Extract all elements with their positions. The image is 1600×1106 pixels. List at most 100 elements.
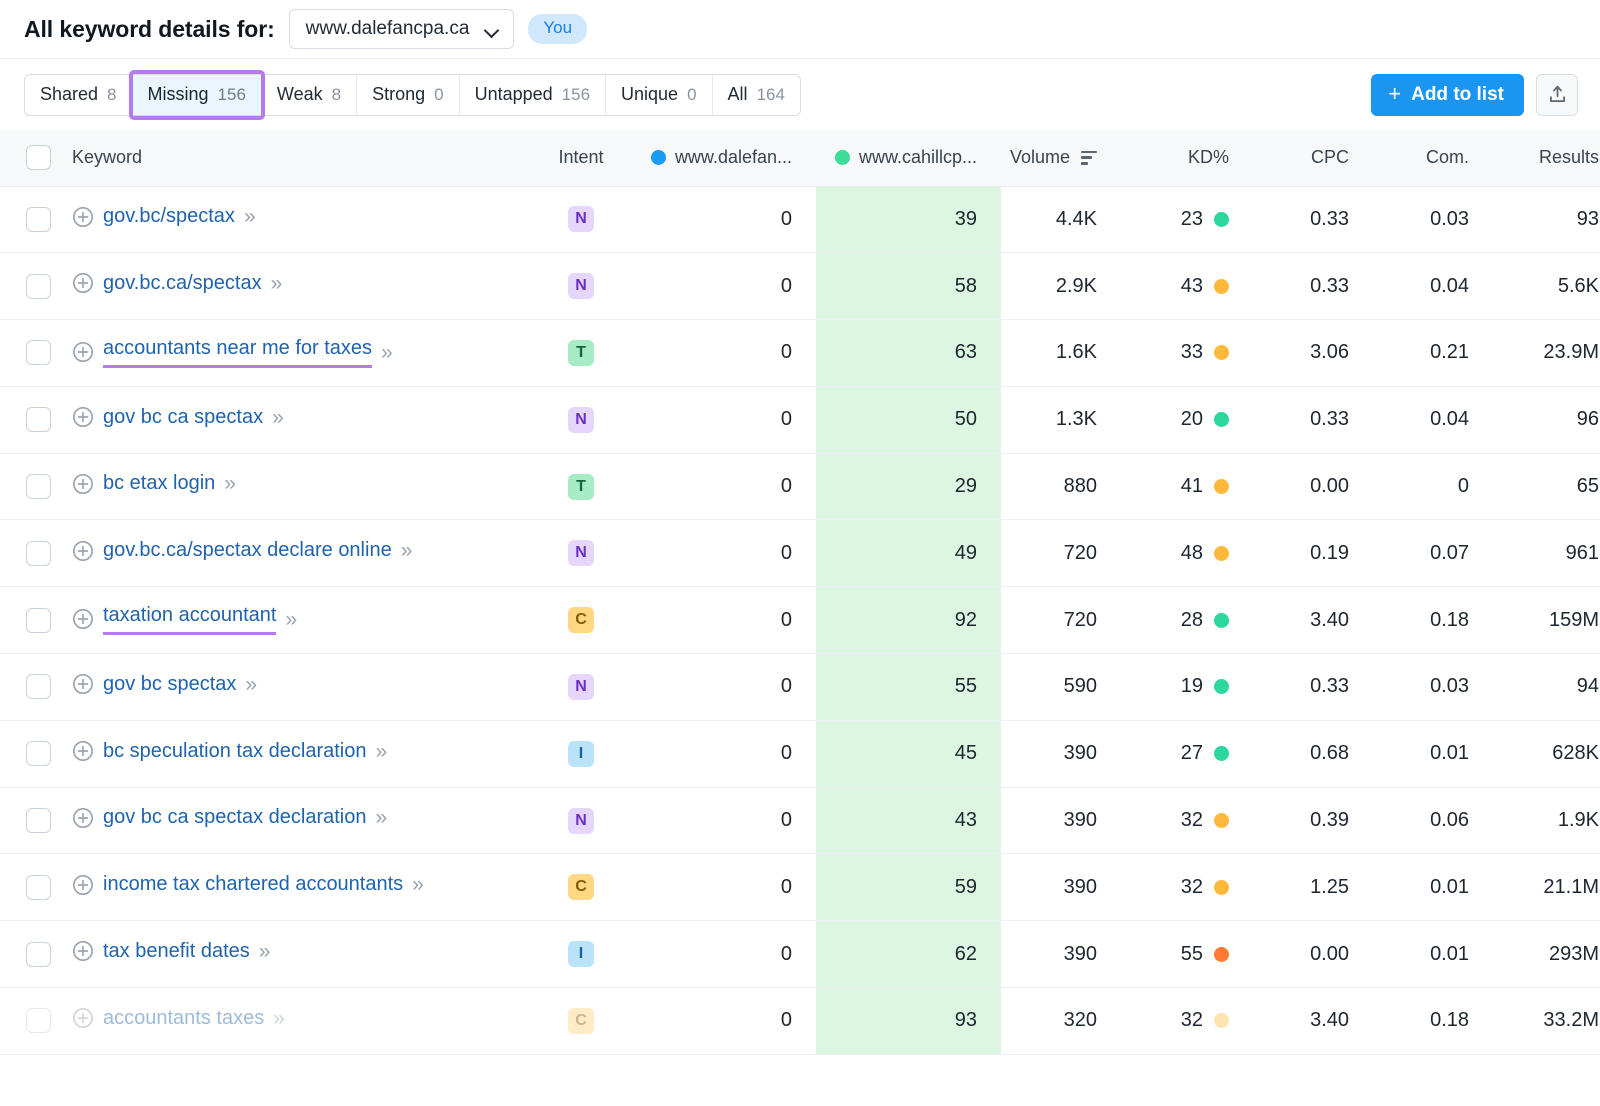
header-cpc[interactable]: CPC	[1251, 130, 1371, 186]
keyword-expand-icon[interactable]: »	[401, 540, 411, 561]
intent-badge[interactable]: T	[568, 474, 594, 500]
tab-weak[interactable]: Weak 8	[262, 75, 357, 115]
keyword-expand-icon[interactable]: »	[273, 1008, 283, 1029]
domain-selector[interactable]: www.dalefancpa.ca	[289, 9, 515, 49]
row-checkbox[interactable]	[26, 207, 51, 232]
row-checkbox[interactable]	[26, 741, 51, 766]
table-row[interactable]: taxation accountant»C092720283.400.18159…	[0, 587, 1600, 654]
intent-badge[interactable]: N	[568, 273, 594, 299]
tab-shared[interactable]: Shared 8	[25, 75, 133, 115]
tab-weak-count: 8	[332, 85, 341, 105]
intent-badge[interactable]: N	[568, 808, 594, 834]
keyword-link[interactable]: gov.bc/spectax	[103, 205, 235, 228]
add-keyword-icon[interactable]	[72, 807, 94, 829]
add-keyword-icon[interactable]	[72, 272, 94, 294]
row-checkbox[interactable]	[26, 407, 51, 432]
row-checkbox[interactable]	[26, 1008, 51, 1033]
add-keyword-icon[interactable]	[72, 940, 94, 962]
intent-badge[interactable]: C	[568, 1008, 594, 1034]
keyword-link[interactable]: bc etax login	[103, 472, 215, 495]
keyword-link[interactable]: gov bc ca spectax	[103, 406, 263, 429]
intent-badge[interactable]: C	[568, 874, 594, 900]
header-site-dalefancpa[interactable]: www.dalefan...	[641, 130, 816, 186]
keyword-expand-icon[interactable]: »	[412, 874, 422, 895]
add-keyword-icon[interactable]	[72, 206, 94, 228]
add-keyword-icon[interactable]	[72, 540, 94, 562]
keyword-link[interactable]: accountants taxes	[103, 1007, 264, 1030]
keyword-expand-icon[interactable]: »	[271, 273, 281, 294]
keyword-link[interactable]: accountants near me for taxes	[103, 337, 372, 368]
row-checkbox[interactable]	[26, 474, 51, 499]
header-intent[interactable]: Intent	[521, 130, 641, 186]
add-keyword-icon[interactable]	[72, 341, 94, 363]
header-keyword[interactable]: Keyword	[66, 130, 521, 186]
keyword-expand-icon[interactable]: »	[285, 609, 295, 630]
table-row[interactable]: gov.bc.ca/spectax»N0582.9K430.330.045.6K	[0, 253, 1600, 320]
add-to-list-button[interactable]: + Add to list	[1371, 74, 1524, 116]
add-keyword-icon[interactable]	[72, 874, 94, 896]
keyword-link[interactable]: gov bc spectax	[103, 673, 236, 696]
table-row[interactable]: accountants taxes»C093320323.400.1833.2M	[0, 988, 1600, 1055]
add-keyword-icon[interactable]	[72, 608, 94, 630]
keyword-link[interactable]: gov bc ca spectax declaration	[103, 806, 367, 829]
table-row[interactable]: accountants near me for taxes»T0631.6K33…	[0, 320, 1600, 387]
keyword-link[interactable]: income tax chartered accountants	[103, 873, 403, 896]
keyword-link[interactable]: taxation accountant	[103, 604, 276, 635]
table-row[interactable]: gov bc ca spectax declaration»N043390320…	[0, 787, 1600, 854]
table-row[interactable]: income tax chartered accountants»C059390…	[0, 854, 1600, 921]
intent-badge[interactable]: N	[568, 540, 594, 566]
intent-badge[interactable]: C	[568, 607, 594, 633]
table-row[interactable]: gov.bc.ca/spectax declare online»N049720…	[0, 520, 1600, 587]
select-all-checkbox[interactable]	[26, 145, 51, 170]
row-checkbox[interactable]	[26, 274, 51, 299]
table-row[interactable]: gov bc spectax»N055590190.330.0394	[0, 654, 1600, 721]
table-row[interactable]: bc etax login»T029880410.00065	[0, 453, 1600, 520]
row-checkbox[interactable]	[26, 608, 51, 633]
header-site-cahillcpa[interactable]: www.cahillcp...	[816, 130, 1001, 186]
keyword-expand-icon[interactable]: »	[244, 206, 254, 227]
intent-badge[interactable]: T	[568, 340, 594, 366]
keyword-link[interactable]: gov.bc.ca/spectax declare online	[103, 539, 392, 562]
add-keyword-icon[interactable]	[72, 673, 94, 695]
intent-badge[interactable]: N	[568, 674, 594, 700]
row-checkbox[interactable]	[26, 808, 51, 833]
header-volume[interactable]: Volume	[1001, 130, 1121, 186]
keyword-link[interactable]: tax benefit dates	[103, 940, 250, 963]
keyword-expand-icon[interactable]: »	[245, 674, 255, 695]
keyword-expand-icon[interactable]: »	[272, 407, 282, 428]
row-checkbox[interactable]	[26, 541, 51, 566]
intent-badge[interactable]: I	[568, 941, 594, 967]
table-row[interactable]: gov bc ca spectax»N0501.3K200.330.0496	[0, 386, 1600, 453]
header-kd[interactable]: KD%	[1121, 130, 1251, 186]
intent-badge[interactable]: N	[568, 407, 594, 433]
add-keyword-icon[interactable]	[72, 1007, 94, 1029]
tab-all[interactable]: All 164	[713, 75, 800, 115]
row-checkbox[interactable]	[26, 340, 51, 365]
table-row[interactable]: gov.bc/spectax»N0394.4K230.330.0393	[0, 186, 1600, 253]
keyword-expand-icon[interactable]: »	[381, 342, 391, 363]
tab-unique[interactable]: Unique 0	[606, 75, 713, 115]
row-checkbox[interactable]	[26, 875, 51, 900]
volume-cell: 390	[1001, 854, 1121, 921]
keyword-expand-icon[interactable]: »	[259, 941, 269, 962]
tab-missing[interactable]: Missing 156	[133, 75, 262, 115]
header-results[interactable]: Results	[1491, 130, 1600, 186]
header-com[interactable]: Com.	[1371, 130, 1491, 186]
intent-badge[interactable]: N	[568, 206, 594, 232]
add-keyword-icon[interactable]	[72, 406, 94, 428]
tab-strong[interactable]: Strong 0	[357, 75, 460, 115]
row-checkbox[interactable]	[26, 674, 51, 699]
keyword-expand-icon[interactable]: »	[376, 807, 386, 828]
row-checkbox[interactable]	[26, 942, 51, 967]
export-button[interactable]	[1536, 74, 1578, 116]
keyword-link[interactable]: bc speculation tax declaration	[103, 740, 367, 763]
table-row[interactable]: tax benefit dates»I062390550.000.01293M	[0, 921, 1600, 988]
intent-badge[interactable]: I	[568, 741, 594, 767]
tab-untapped[interactable]: Untapped 156	[460, 75, 606, 115]
keyword-link[interactable]: gov.bc.ca/spectax	[103, 272, 262, 295]
keyword-expand-icon[interactable]: »	[224, 473, 234, 494]
add-keyword-icon[interactable]	[72, 740, 94, 762]
keyword-expand-icon[interactable]: »	[376, 741, 386, 762]
add-keyword-icon[interactable]	[72, 473, 94, 495]
table-row[interactable]: bc speculation tax declaration»I04539027…	[0, 720, 1600, 787]
